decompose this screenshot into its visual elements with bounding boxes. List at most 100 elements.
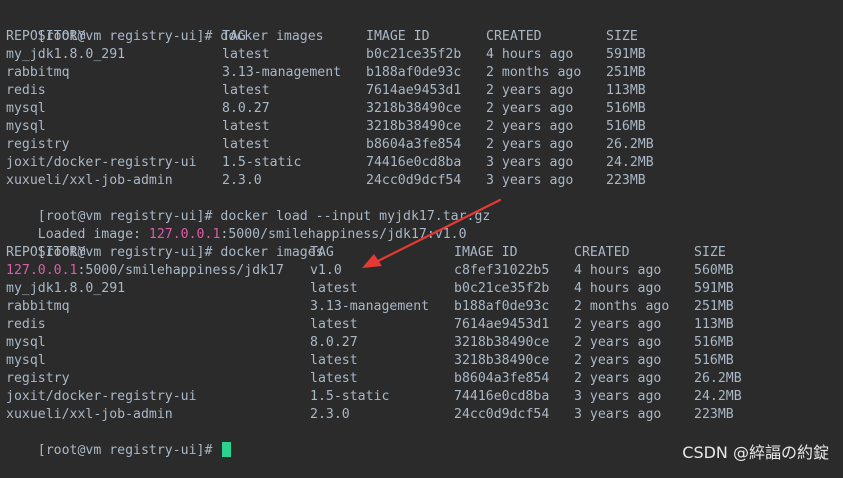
image-id-cell: b8604a3fe854 [366, 137, 462, 152]
table-row: redis latest 7614ae9453d1 2 years ago 113MB [6, 82, 836, 100]
tag-cell: 3.13-management [310, 299, 430, 314]
repository-cell: mysql [6, 353, 46, 368]
repository-cell: my_jdk1.8.0_291 [6, 281, 126, 296]
col-header-repository: REPOSITORY [6, 29, 86, 44]
size-cell: 591MB [606, 47, 646, 62]
created-cell: 4 hours ago [574, 281, 662, 296]
col-header-tag: TAG [310, 245, 334, 260]
terminal-window[interactable]: [root@vm registry-ui]# docker images REP… [0, 0, 843, 473]
col-header-image-id: IMAGE ID [366, 29, 430, 44]
tag-cell: 3.13-management [222, 65, 342, 80]
image-id-cell: b188af0de93c [454, 299, 550, 314]
repository-cell: joxit/docker-registry-ui [6, 389, 197, 404]
table-row: mysql latest 3218b38490ce 2 years ago 516MB [6, 352, 836, 370]
table-row: mysql latest 3218b38490ce 2 years ago 516MB [6, 118, 836, 136]
created-cell: 2 years ago [486, 101, 574, 116]
table2-new-image-row: 127.0.0.1:5000/smilehappiness/jdk17 v1.0… [6, 262, 836, 280]
size-cell: 113MB [606, 83, 646, 98]
image-id-cell: b0c21ce35f2b [454, 281, 550, 296]
tag-cell: latest [222, 119, 270, 134]
size-cell: 251MB [694, 299, 734, 314]
tag-cell: latest [310, 317, 358, 332]
size-cell: 516MB [694, 353, 734, 368]
repository-cell: mysql [6, 119, 46, 134]
size-cell: 223MB [694, 407, 734, 422]
table-row: mysql 8.0.27 3218b38490ce 2 years ago 516MB [6, 100, 836, 118]
csdn-watermark: CSDN @綷諨の約錠 [682, 443, 829, 462]
table-row: redis latest 7614ae9453d1 2 years ago 113MB [6, 316, 836, 334]
created-cell: 2 years ago [486, 83, 574, 98]
repository-cell: redis [6, 317, 46, 332]
table-row: my_jdk1.8.0_291 latest b0c21ce35f2b 4 hours… [6, 46, 836, 64]
command-line-3: [root@vm registry-ui]# docker images [6, 226, 324, 260]
table-row: joxit/docker-registry-ui 1.5-static 74416e… [6, 154, 836, 172]
image-id-cell: 3218b38490ce [454, 335, 550, 350]
created-cell: 3 years ago [574, 389, 662, 404]
image-id-cell: 74416e0cd8ba [454, 389, 550, 404]
created-cell: 3 years ago [574, 407, 662, 422]
table-row: mysql 8.0.27 3218b38490ce 2 years ago 516MB [6, 334, 836, 352]
table1-header: REPOSITORY TAG IMAGE ID CREATED SIZE [6, 28, 836, 46]
tag-cell: 1.5-static [310, 389, 390, 404]
command-line-1: [root@vm registry-ui]# docker images [6, 10, 324, 44]
repository-cell: redis [6, 83, 46, 98]
size-cell: 113MB [694, 317, 734, 332]
tag-cell: 2.3.0 [222, 173, 262, 188]
col-header-created: CREATED [486, 29, 542, 44]
tag-cell: v1.0 [310, 263, 342, 278]
repository-path: :5000/smilehappiness/jdk17 [77, 263, 284, 278]
created-cell: 2 months ago [486, 65, 582, 80]
created-cell: 2 years ago [574, 371, 662, 386]
repository-ip: 127.0.0.1 [6, 263, 78, 278]
repository-cell: my_jdk1.8.0_291 [6, 47, 126, 62]
col-header-repository: REPOSITORY [6, 245, 86, 260]
tag-cell: 8.0.27 [310, 335, 358, 350]
text-cursor [222, 442, 232, 457]
table-row: xuxueli/xxl-job-admin 2.3.0 24cc0d9dcf54 3 … [6, 172, 836, 190]
repository-cell: registry [6, 371, 70, 386]
col-header-image-id: IMAGE ID [454, 245, 518, 260]
table-row: joxit/docker-registry-ui 1.5-static 74416e… [6, 388, 836, 406]
repository-cell: 127.0.0.1:5000/smilehappiness/jdk17 [6, 262, 284, 280]
command-line-4[interactable]: [root@vm registry-ui]# [6, 424, 232, 458]
size-cell: 516MB [606, 101, 646, 116]
table-row: rabbitmq 3.13-management b188af0de93c 2 mon… [6, 298, 836, 316]
image-id-cell: b8604a3fe854 [454, 371, 550, 386]
image-id-cell: 74416e0cd8ba [366, 155, 462, 170]
repository-cell: joxit/docker-registry-ui [6, 155, 197, 170]
shell-prompt: [root@vm registry-ui]# [37, 443, 221, 458]
size-cell: 591MB [694, 281, 734, 296]
size-cell: 24.2MB [606, 155, 654, 170]
created-cell: 2 years ago [574, 353, 662, 368]
size-cell: 251MB [606, 65, 646, 80]
size-cell: 26.2MB [694, 371, 742, 386]
tag-cell: latest [222, 47, 270, 62]
col-header-tag: TAG [222, 29, 246, 44]
repository-cell: registry [6, 137, 70, 152]
tag-cell: latest [310, 371, 358, 386]
col-header-size: SIZE [606, 29, 638, 44]
size-cell: 560MB [694, 263, 734, 278]
repository-cell: xuxueli/xxl-job-admin [6, 173, 173, 188]
tag-cell: 1.5-static [222, 155, 302, 170]
image-id-cell: 24cc0d9dcf54 [454, 407, 550, 422]
created-cell: 4 hours ago [486, 47, 574, 62]
table-row: xuxueli/xxl-job-admin 2.3.0 24cc0d9dcf54 3 … [6, 406, 836, 424]
image-id-cell: 3218b38490ce [366, 101, 462, 116]
table2-header: REPOSITORY TAG IMAGE ID CREATED SIZE [6, 244, 836, 262]
created-cell: 2 years ago [486, 137, 574, 152]
image-id-cell: 24cc0d9dcf54 [366, 173, 462, 188]
repository-cell: xuxueli/xxl-job-admin [6, 407, 173, 422]
tag-cell: 2.3.0 [310, 407, 350, 422]
image-id-cell: 7614ae9453d1 [454, 317, 550, 332]
size-cell: 516MB [606, 119, 646, 134]
created-cell: 3 years ago [486, 173, 574, 188]
image-id-cell: 3218b38490ce [454, 353, 550, 368]
col-header-created: CREATED [574, 245, 630, 260]
image-id-cell: b0c21ce35f2b [366, 47, 462, 62]
tag-cell: latest [310, 281, 358, 296]
repository-cell: rabbitmq [6, 65, 70, 80]
tag-cell: 8.0.27 [222, 101, 270, 116]
created-cell: 2 years ago [574, 317, 662, 332]
created-cell: 2 years ago [574, 335, 662, 350]
